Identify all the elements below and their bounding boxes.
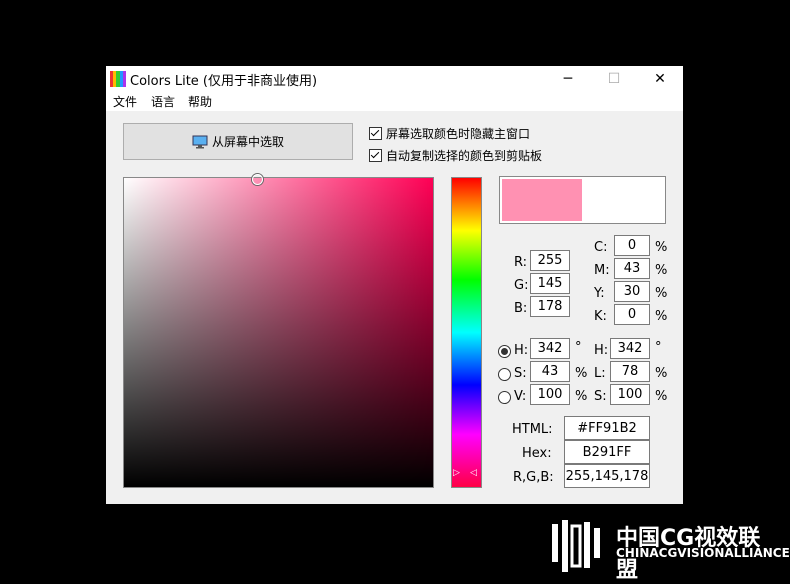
watermark-logo-icon: [552, 520, 600, 572]
pick-from-screen-button[interactable]: 从屏幕中选取: [123, 123, 353, 160]
hue-right-arrow-icon[interactable]: ◁: [470, 468, 477, 478]
watermark-subtext: CHINACGVISIONALLIANCE: [616, 546, 790, 560]
hsl-s-unit: %: [655, 389, 668, 404]
monitor-icon: [192, 135, 208, 148]
hex-field[interactable]: B291FF: [564, 440, 650, 464]
m-label: M:: [594, 263, 610, 278]
menu-help[interactable]: 帮助: [188, 93, 212, 110]
r-field[interactable]: 255: [530, 250, 570, 271]
hsl-h-unit: °: [655, 340, 662, 355]
checkbox-auto-copy[interactable]: [369, 149, 382, 162]
colors-app-icon: [110, 71, 127, 87]
pick-button-label: 从屏幕中选取: [211, 135, 284, 149]
minimize-button[interactable]: ─: [545, 66, 591, 91]
m-field[interactable]: 43: [614, 258, 650, 279]
rgb-code-label: R,G,B:: [513, 470, 554, 485]
checkbox-hide-window[interactable]: [369, 127, 382, 140]
menu-bar: 文件 语言 帮助: [106, 91, 683, 111]
k-label: K:: [594, 309, 607, 324]
hex-label: Hex:: [522, 446, 552, 461]
hsl-l-label: L:: [594, 366, 606, 381]
hsv-s-label: S:: [514, 366, 527, 381]
option-auto-copy-label: 自动复制选择的颜色到剪贴板: [386, 149, 543, 163]
y-label: Y:: [594, 286, 605, 301]
current-color-swatch: [502, 179, 582, 221]
k-field[interactable]: 0: [614, 304, 650, 325]
hsl-h-label: H:: [594, 343, 609, 358]
hsl-l-field[interactable]: 78: [610, 361, 650, 382]
color-preview: [499, 176, 666, 224]
radio-hsv-s[interactable]: [498, 368, 511, 381]
y-unit: %: [655, 286, 668, 301]
hue-left-arrow-icon[interactable]: ▷: [453, 468, 460, 478]
html-field[interactable]: #FF91B2: [564, 416, 650, 440]
saturation-value-picker[interactable]: [123, 174, 434, 488]
g-label: G:: [514, 278, 529, 293]
option-hide-window-label: 屏幕选取颜色时隐藏主窗口: [386, 127, 531, 141]
hsv-v-field[interactable]: 100: [530, 384, 570, 405]
option-hide-window[interactable]: 屏幕选取颜色时隐藏主窗口: [369, 125, 530, 142]
hsv-s-unit: %: [575, 366, 588, 381]
hsv-h-label: H:: [514, 343, 529, 358]
hsl-l-unit: %: [655, 366, 668, 381]
hsv-h-field[interactable]: 342: [530, 338, 570, 359]
y-field[interactable]: 30: [614, 281, 650, 302]
radio-hsv-h[interactable]: [498, 345, 511, 358]
menu-file[interactable]: 文件: [113, 93, 137, 110]
picker-cursor[interactable]: [252, 174, 263, 185]
c-unit: %: [655, 240, 668, 255]
watermark: 中国CG视效联盟 CHINACGVISIONALLIANCE: [548, 514, 790, 583]
title-bar: Colors Lite (仅用于非商业使用) ─ ☐ ✕: [106, 66, 683, 91]
radio-hsv-v[interactable]: [498, 391, 511, 404]
c-label: C:: [594, 240, 608, 255]
main-window: Colors Lite (仅用于非商业使用) ─ ☐ ✕ 文件 语言 帮助 从屏…: [106, 66, 683, 504]
hsl-s-field[interactable]: 100: [610, 384, 650, 405]
b-field[interactable]: 178: [530, 296, 570, 317]
rgb-code-field[interactable]: 255,145,178: [564, 464, 650, 488]
hsv-v-label: V:: [514, 389, 527, 404]
k-unit: %: [655, 309, 668, 324]
g-field[interactable]: 145: [530, 273, 570, 294]
window-title: Colors Lite (仅用于非商业使用): [130, 74, 318, 89]
hsv-v-unit: %: [575, 389, 588, 404]
hue-slider[interactable]: ▷ ◁: [451, 177, 482, 488]
maximize-button[interactable]: ☐: [591, 66, 637, 91]
b-label: B:: [514, 301, 528, 316]
hsl-h-field[interactable]: 342: [610, 338, 650, 359]
menu-language[interactable]: 语言: [151, 93, 175, 110]
c-field[interactable]: 0: [614, 235, 650, 256]
hsv-h-unit: °: [575, 340, 582, 355]
r-label: R:: [514, 255, 528, 270]
hsl-s-label: S:: [594, 389, 607, 404]
hsv-s-field[interactable]: 43: [530, 361, 570, 382]
html-label: HTML:: [512, 422, 553, 437]
close-button[interactable]: ✕: [637, 66, 683, 91]
option-auto-copy[interactable]: 自动复制选择的颜色到剪贴板: [369, 147, 542, 164]
m-unit: %: [655, 263, 668, 278]
